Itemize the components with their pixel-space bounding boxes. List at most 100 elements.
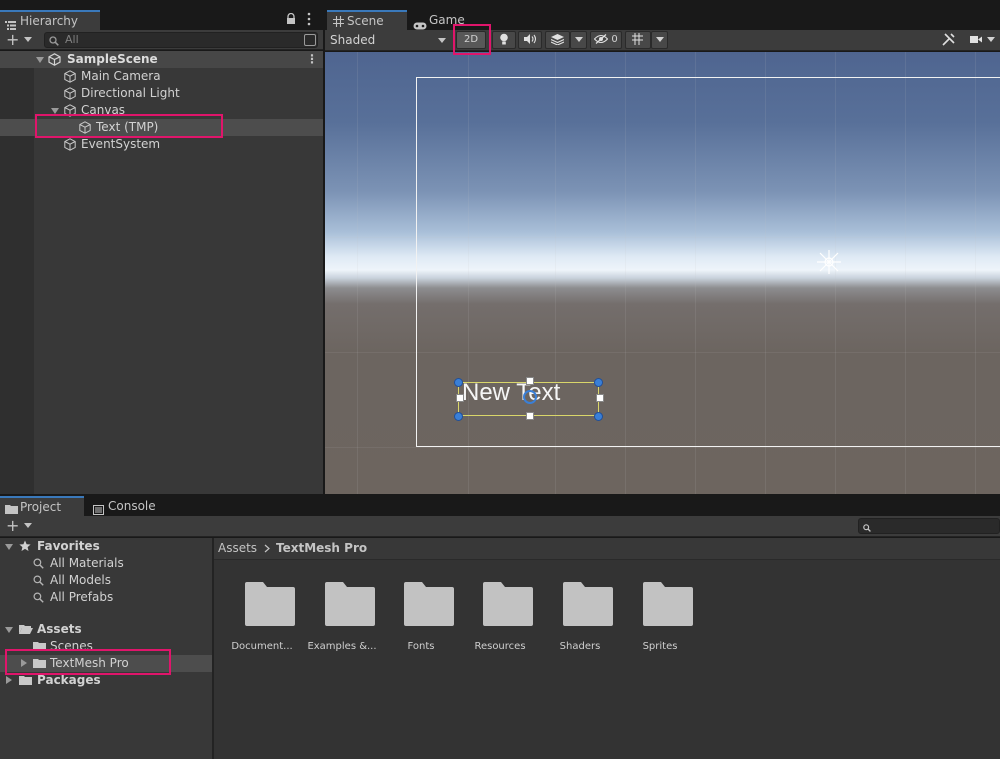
collapse-arrow-icon[interactable] [6, 676, 12, 684]
annotation-highlight-text-tmp [35, 114, 223, 138]
create-dropdown-caret-icon[interactable] [24, 37, 32, 42]
tab-console[interactable]: Console [88, 496, 168, 516]
folder-item[interactable]: Fonts [381, 582, 461, 662]
audio-toggle-button[interactable] [518, 31, 542, 49]
folder-item[interactable]: Examples &... [302, 582, 382, 662]
project-search-input[interactable] [858, 518, 1000, 534]
camera-icon [970, 35, 983, 43]
expand-arrow-icon[interactable] [5, 627, 13, 633]
favorite-item-all-materials[interactable]: All Materials [0, 555, 212, 572]
layers-icon [551, 33, 564, 45]
lightbulb-icon [500, 33, 508, 45]
lock-icon[interactable] [286, 12, 296, 28]
corner-handle[interactable] [454, 412, 463, 421]
camera-settings-button[interactable] [965, 31, 1000, 49]
search-icon [49, 35, 59, 49]
search-icon [863, 521, 871, 535]
gizmo-dropdown-button[interactable] [651, 31, 668, 49]
tab-project[interactable]: Project [0, 496, 84, 516]
hierarchy-tabbar: Hierarchy [0, 10, 323, 30]
search-filter-button[interactable] [304, 34, 316, 46]
expand-arrow-icon[interactable] [36, 57, 44, 63]
folder-item[interactable]: Resources [460, 582, 540, 662]
tab-hierarchy-label: Hierarchy [20, 14, 79, 28]
annotation-highlight-2d-button [453, 24, 491, 55]
favorite-label: All Materials [50, 556, 124, 570]
folder-item-label: Resources [474, 641, 526, 652]
assets-row[interactable]: Assets [0, 621, 212, 638]
folder-item[interactable]: Sprites [620, 582, 700, 662]
folder-icon [563, 582, 613, 626]
edge-handle[interactable] [526, 412, 534, 420]
scene-name: SampleScene [67, 52, 158, 66]
folder-item-label: Sprites [642, 641, 678, 652]
tab-console-label: Console [108, 499, 156, 513]
lighting-toggle-button[interactable] [492, 31, 516, 49]
search-icon [33, 591, 44, 608]
grid-snap-icon [631, 33, 643, 45]
favorite-item-all-models[interactable]: All Models [0, 572, 212, 589]
breadcrumb-textmesh-pro[interactable]: TextMesh Pro [276, 538, 367, 559]
edge-handle[interactable] [526, 377, 534, 385]
hierarchy-item-label: EventSystem [81, 137, 161, 151]
gameobject-cube-icon [64, 138, 76, 156]
hierarchy-item-directional-light[interactable]: Directional Light [0, 85, 323, 102]
create-asset-plus-button[interactable]: + [6, 516, 19, 536]
edge-handle[interactable] [456, 394, 464, 402]
tmp-text-object[interactable]: New Text [462, 379, 560, 407]
chevron-down-icon [986, 36, 995, 42]
scene-viewport[interactable]: New Text [325, 52, 1000, 494]
project-tabbar: Project Console [0, 496, 1000, 516]
create-dropdown-caret-icon[interactable] [24, 523, 32, 528]
hierarchy-search-input[interactable]: All [44, 32, 318, 48]
favorites-row[interactable]: Favorites [0, 538, 212, 555]
scene-tabbar: Scene Game [325, 10, 1000, 30]
scene-visibility-button[interactable]: 0 [590, 31, 622, 49]
effects-toggle-button[interactable] [545, 31, 570, 49]
folder-item[interactable]: Shaders [540, 582, 620, 662]
directional-light-gizmo-icon[interactable] [815, 248, 843, 279]
hierarchy-item-label: Main Camera [81, 69, 161, 83]
corner-handle[interactable] [594, 378, 603, 387]
folder-item-label: Shaders [559, 641, 601, 652]
expand-arrow-icon[interactable] [5, 544, 13, 550]
scene-kebab-icon[interactable]: ⋮ [306, 51, 318, 68]
folder-item[interactable]: Document... [222, 582, 302, 662]
chevron-down-icon[interactable] [438, 38, 446, 43]
wrench-icon [941, 32, 955, 46]
folder-icon [483, 582, 533, 626]
main-toolbar-strip [0, 0, 1000, 10]
grid-line [325, 447, 1000, 448]
favorite-label: All Prefabs [50, 590, 114, 604]
kebab-menu-icon[interactable] [307, 12, 311, 29]
search-placeholder: All [65, 33, 79, 46]
folder-item-label: Examples &... [307, 641, 377, 652]
folder-icon [643, 582, 693, 626]
hierarchy-item-main-camera[interactable]: Main Camera [0, 68, 323, 85]
shading-mode-dropdown[interactable]: Shaded [330, 30, 375, 50]
effects-dropdown-button[interactable] [570, 31, 587, 49]
hidden-objects-count: 0 [611, 34, 618, 45]
folder-icon [245, 582, 295, 626]
corner-handle[interactable] [454, 378, 463, 387]
favorite-label: All Models [50, 573, 111, 587]
scene-row[interactable]: SampleScene ⋮ [0, 51, 323, 68]
pivot-handle[interactable] [523, 390, 537, 404]
edge-handle[interactable] [596, 394, 604, 402]
hierarchy-item-eventsystem[interactable]: EventSystem [0, 136, 323, 153]
project-toolbar: + [0, 516, 1000, 537]
create-plus-button[interactable]: + [6, 30, 19, 50]
tools-button[interactable] [935, 31, 961, 49]
grid-line [357, 52, 358, 494]
folder-icon [404, 582, 454, 626]
breadcrumb-assets[interactable]: Assets [218, 538, 257, 559]
favorite-item-all-prefabs[interactable]: All Prefabs [0, 589, 212, 606]
breadcrumb-chevron-icon [264, 538, 270, 560]
gizmo-grid-button[interactable] [625, 31, 651, 49]
tab-scene[interactable]: Scene [327, 10, 407, 30]
hierarchy-toolbar: + All [0, 30, 323, 50]
corner-handle[interactable] [594, 412, 603, 421]
tab-hierarchy[interactable]: Hierarchy [0, 10, 100, 30]
chevron-down-icon [574, 36, 583, 42]
folder-icon [19, 674, 32, 691]
